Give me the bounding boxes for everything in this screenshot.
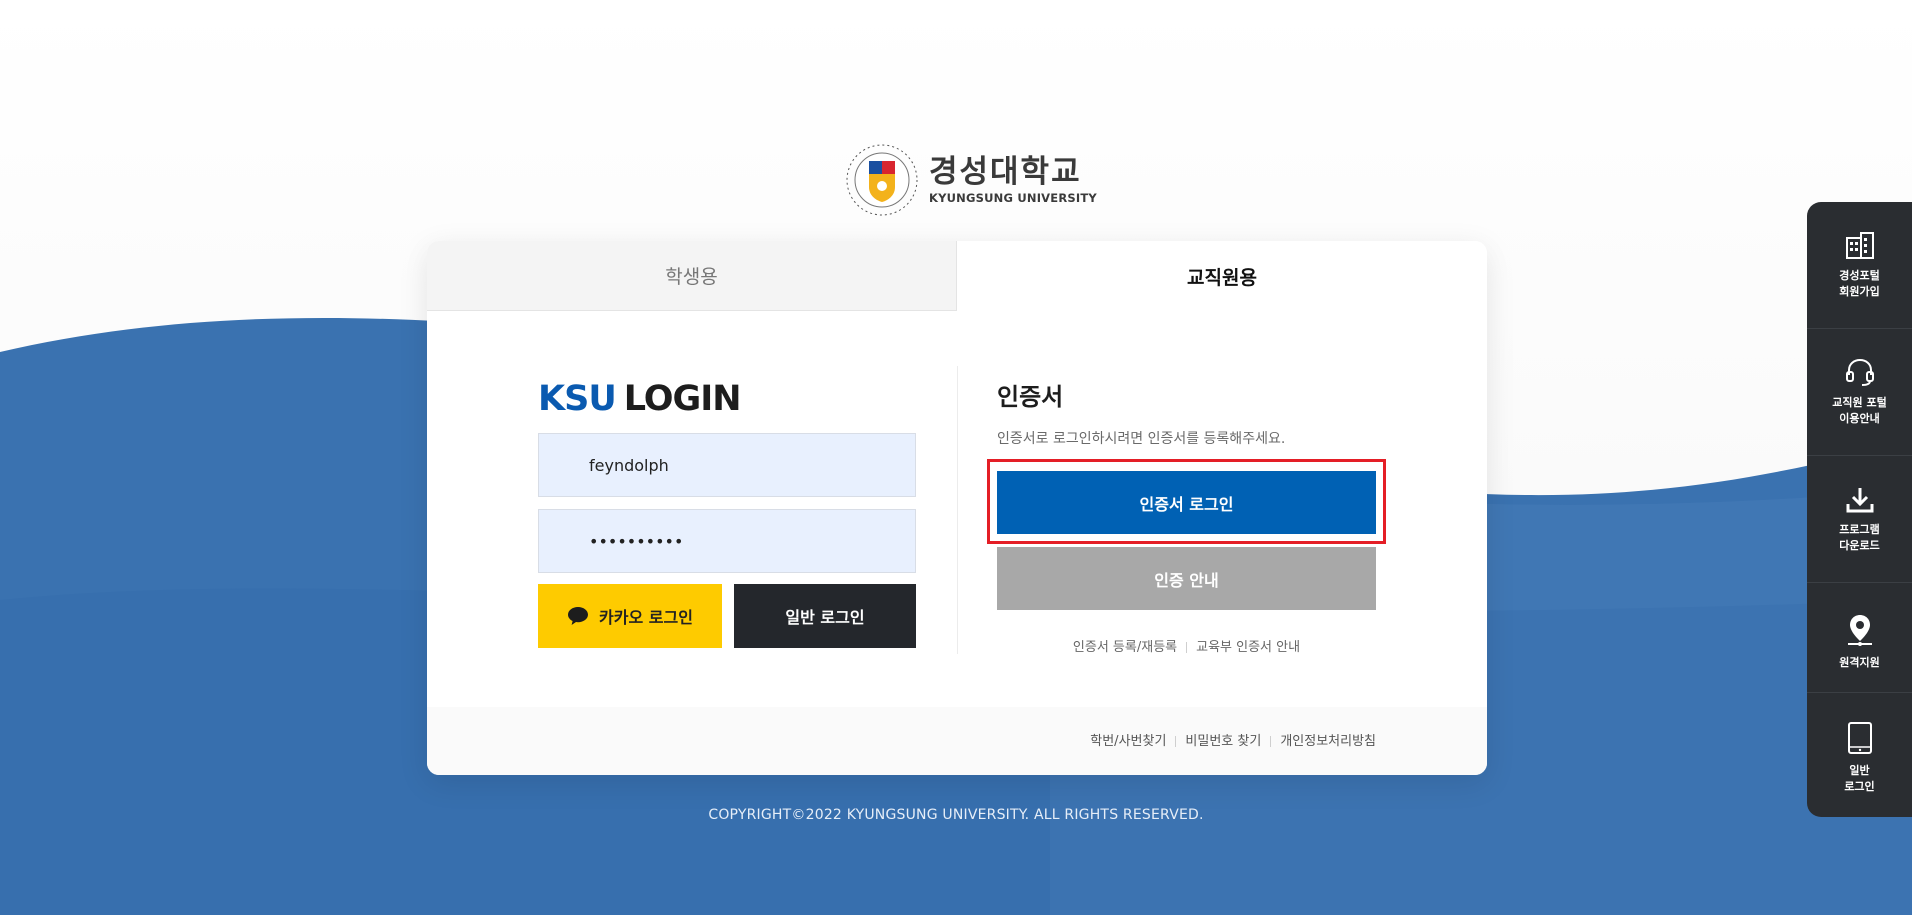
cert-title: 인증서 xyxy=(997,383,1064,411)
find-password-link[interactable]: 비밀번호 찾기 xyxy=(1185,734,1261,749)
cert-guide-button[interactable]: 인증 안내 xyxy=(997,547,1376,610)
normal-login-button[interactable]: 일반 로그인 xyxy=(734,584,916,648)
quick-item-label: 일반 로그인 xyxy=(1844,764,1875,793)
quick-item-portal-signup[interactable]: 경성포털 회원가입 xyxy=(1807,202,1912,329)
quick-item-label: 경성포털 회원가입 xyxy=(1839,269,1880,298)
column-divider xyxy=(957,366,958,654)
quick-item-label: 교직원 포털 이용안내 xyxy=(1832,396,1887,425)
speech-bubble-icon xyxy=(568,607,589,625)
download-icon xyxy=(1846,488,1873,513)
cert-login-button[interactable]: 인증서 로그인 xyxy=(997,471,1376,534)
kakao-login-label: 카카오 로그인 xyxy=(599,608,693,627)
ksu-login-title: KSU LOGIN xyxy=(538,377,742,421)
login-title-word: LOGIN xyxy=(623,379,742,419)
university-seal-icon xyxy=(846,144,918,216)
login-card: 학생용 교직원용 KSULOGIN 카카오 로그인 일반 로그인 인증서 인증서… xyxy=(427,241,1487,775)
tab-student[interactable]: 학생용 xyxy=(427,241,957,311)
quick-item-normal-login[interactable]: 일반 로그인 xyxy=(1807,693,1912,817)
headset-icon xyxy=(1845,358,1874,386)
find-id-link[interactable]: 학번/사번찾기 xyxy=(1090,734,1166,749)
cert-description: 인증서로 로그인하시려면 인증서를 등록해주세요. xyxy=(997,431,1286,447)
logo-name-korean: 경성대학교 xyxy=(929,154,1082,190)
logo-name-english: KYUNGSUNG UNIVERSITY xyxy=(929,191,1097,205)
link-separator xyxy=(1186,642,1188,653)
location-pin-icon xyxy=(1847,615,1872,646)
quick-item-label: 원격지원 xyxy=(1839,656,1880,669)
login-tabs: 학생용 교직원용 xyxy=(427,241,1487,311)
quick-item-remote-support[interactable]: 원격지원 xyxy=(1807,583,1912,693)
moe-cert-guide-link[interactable]: 교육부 인증서 안내 xyxy=(1196,640,1300,655)
login-title-brand: KSU xyxy=(538,379,617,419)
link-separator xyxy=(1175,736,1177,747)
quick-item-program-download[interactable]: 프로그램 다운로드 xyxy=(1807,456,1912,583)
tab-staff[interactable]: 교직원용 xyxy=(957,241,1487,311)
quick-menu: 경성포털 회원가입 교직원 포털 이용안내 프로그램 다운로드 원격지원 일반 … xyxy=(1807,202,1912,817)
cert-links: 인증서 등록/재등록 교육부 인증서 안내 xyxy=(997,638,1376,658)
cert-register-link[interactable]: 인증서 등록/재등록 xyxy=(1073,640,1177,655)
privacy-policy-link[interactable]: 개인정보처리방침 xyxy=(1280,734,1376,749)
username-input[interactable] xyxy=(538,433,916,497)
link-separator xyxy=(1270,736,1272,747)
footer-links: 학번/사번찾기 비밀번호 찾기 개인정보처리방침 xyxy=(1090,732,1376,752)
password-input[interactable] xyxy=(538,509,916,573)
tablet-icon xyxy=(1847,722,1872,754)
quick-item-staff-portal-guide[interactable]: 교직원 포털 이용안내 xyxy=(1807,329,1912,456)
kakao-login-button[interactable]: 카카오 로그인 xyxy=(538,584,722,648)
card-footer: 학번/사번찾기 비밀번호 찾기 개인정보처리방침 xyxy=(427,707,1487,775)
building-icon xyxy=(1845,232,1874,259)
copyright-text: COPYRIGHT©2022 KYUNGSUNG UNIVERSITY. ALL… xyxy=(708,807,1204,823)
quick-item-label: 프로그램 다운로드 xyxy=(1839,523,1880,552)
university-logo: 경성대학교 KYUNGSUNG UNIVERSITY xyxy=(845,143,1097,217)
